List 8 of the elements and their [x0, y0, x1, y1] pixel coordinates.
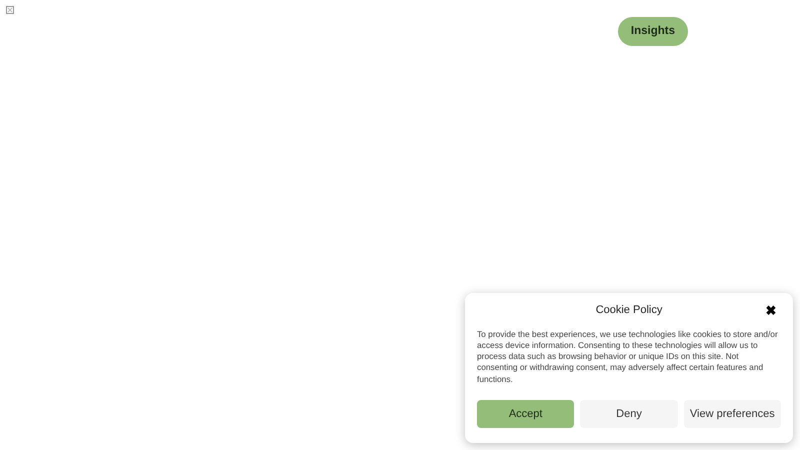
dialog-title: Cookie Policy	[596, 303, 662, 318]
secondary-button[interactable]: Deny	[580, 400, 678, 428]
insights-button[interactable]: Insights	[618, 17, 688, 46]
accept-button[interactable]: Accept	[477, 400, 574, 428]
broken-image-icon	[6, 6, 14, 14]
cookie-message: To provide the best experiences, we use technologies like cookies to store and/or access device information. Consenting to these technologies will allow us to process data such as browsing behavior or unique IDs on this site. Not consenting or withdrawing consent, may adversely affect certain features and functions.	[477, 328, 779, 385]
close-button[interactable]: ✖	[761, 304, 782, 317]
secondary-button[interactable]: View preferences	[684, 400, 781, 428]
